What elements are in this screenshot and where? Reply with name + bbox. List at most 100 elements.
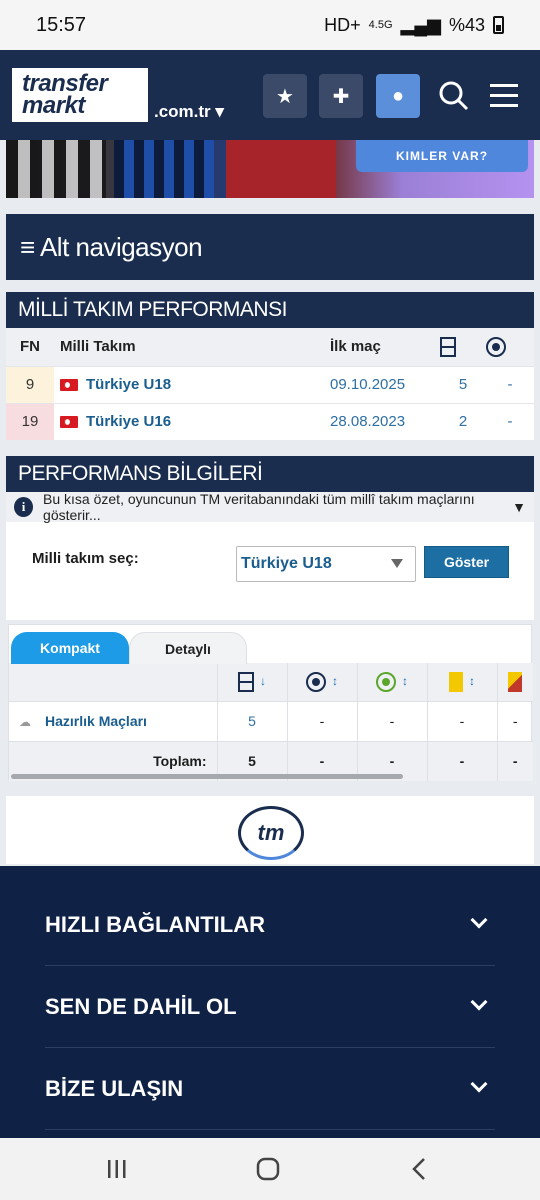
site-footer: HIZLI BAĞLANTILAR SEN DE DAHİL OL BİZE U… [0, 866, 540, 1138]
tab-compact[interactable]: Kompakt [11, 632, 129, 664]
pitch-icon [238, 671, 254, 692]
back-button[interactable] [400, 1152, 440, 1186]
network-label: 4.5G [368, 19, 393, 31]
assist-icon [376, 671, 396, 692]
team-select-dropdown[interactable]: Türkiye U18 [236, 546, 416, 582]
chevron-down-icon [470, 1075, 488, 1093]
team-link[interactable]: Türkiye U16 [86, 413, 171, 430]
matches-cell[interactable]: 5 [440, 365, 486, 403]
domain-selector[interactable]: .com.tr ▾ [154, 102, 224, 122]
site-header: transfer markt .com.tr ▾ ★ ✚ ● [0, 50, 540, 140]
tm-logo: tm [238, 806, 304, 860]
competition-link[interactable]: Hazırlık Maçları [45, 713, 147, 729]
team-select-value: Türkiye U18 [241, 555, 332, 572]
info-text: Bu kısa özet, oyuncunun TM veritabanında… [43, 491, 475, 523]
total-yellow: - [426, 740, 497, 781]
profile-button[interactable]: ● [376, 74, 420, 118]
yellow-card-icon [449, 671, 463, 692]
total-yellow-red: - [496, 740, 533, 781]
show-button[interactable]: Göster [424, 546, 509, 578]
footer-item-label: HIZLI BAĞLANTILAR [45, 911, 265, 937]
hd-icon: HD+ [324, 14, 361, 35]
footer-item-label: SEN DE DAHİL OL [45, 993, 237, 1019]
home-button[interactable] [248, 1152, 288, 1186]
sort-icon: ↕ [332, 674, 338, 689]
table-row: 19 Türkiye U16 28.08.2023 2 - [6, 402, 534, 440]
system-navigation-bar [0, 1138, 540, 1200]
fn-cell: 9 [6, 365, 54, 403]
team-cell: Türkiye U16 [54, 402, 330, 440]
matches-cell[interactable]: 2 [440, 402, 486, 440]
column-header-goals[interactable]: ↕ [286, 663, 357, 701]
column-header-yellow-red[interactable] [496, 663, 533, 701]
info-bar[interactable]: i Bu kısa özet, oyuncunun TM veritabanın… [6, 491, 534, 523]
football-icon [306, 671, 326, 692]
chevron-down-icon [470, 911, 488, 929]
battery-label: %43 [448, 14, 485, 35]
section-title: MİLLİ TAKIM PERFORMANSI [6, 292, 534, 328]
shield-button[interactable]: ✚ [319, 74, 363, 118]
team-cell: Türkiye U18 [54, 365, 330, 403]
tab-strip: Kompakt Detaylı [9, 625, 531, 664]
section-title: PERFORMANS BİLGİLERİ [6, 456, 534, 492]
sort-icon: ↕ [469, 674, 475, 689]
yellow-red-card-icon [508, 671, 523, 692]
horizontal-scrollbar[interactable] [11, 774, 403, 779]
fn-cell: 19 [6, 402, 54, 440]
column-header-first-match: İlk maç [330, 328, 440, 366]
search-button[interactable] [432, 72, 476, 120]
column-header-assists[interactable]: ↕ [356, 663, 427, 701]
banner-player-image [6, 140, 106, 198]
friendly-icon: ☁ [19, 715, 31, 729]
recent-apps-button[interactable] [97, 1152, 137, 1186]
performance-info-box: PERFORMANS BİLGİLERİ i Bu kısa özet, oyu… [6, 456, 534, 620]
column-header-matches [440, 328, 486, 366]
yellow-red-cell: - [496, 700, 533, 741]
banner-player-image [114, 140, 214, 198]
status-icons: HD+ 4.5G ▂▄▆ %43 [324, 15, 504, 36]
home-icon [256, 1157, 280, 1181]
competition-cell: ☁ Hazırlık Maçları [9, 700, 217, 741]
goals-cell: - [486, 402, 534, 440]
bookmark-button[interactable]: ★ [263, 74, 307, 118]
first-match-cell: 28.08.2023 [330, 402, 440, 440]
search-icon [439, 81, 469, 111]
dropdown-arrow-icon [391, 559, 403, 568]
column-header-team: Milli Takım [54, 328, 330, 366]
apps-cell[interactable]: 5 [216, 700, 287, 741]
user-icon: ● [391, 84, 405, 107]
table-row: 9 Türkiye U18 09.10.2025 5 - [6, 365, 534, 403]
promo-banner[interactable]: KIMLER VAR? [6, 140, 534, 198]
turkey-flag-icon [60, 379, 78, 392]
bookmark-icon: ★ [276, 85, 294, 108]
footer-contact[interactable]: BİZE ULAŞIN [45, 1048, 495, 1130]
tm-logo-box: tm [6, 796, 534, 864]
footer-quick-links[interactable]: HIZLI BAĞLANTILAR [45, 884, 495, 966]
expand-caret-icon[interactable]: ▼ [512, 499, 526, 515]
national-team-table: FN Milli Takım İlk maç 9 Türkiye U18 09.… [6, 328, 534, 440]
sort-down-icon: ↓ [260, 674, 266, 689]
team-link[interactable]: Türkiye U18 [86, 376, 171, 393]
status-time: 15:57 [36, 13, 87, 36]
banner-player-image [226, 140, 336, 198]
transfermarkt-logo[interactable]: transfer markt [12, 68, 148, 122]
status-bar: 15:57 HD+ 4.5G ▂▄▆ %43 [0, 0, 540, 50]
column-header-apps[interactable]: ↓ [216, 663, 287, 701]
info-icon: i [14, 497, 34, 517]
assists-cell: - [356, 700, 427, 741]
column-header-goals [486, 328, 534, 366]
goals-cell: - [286, 700, 357, 741]
stats-table: ↓ ↕ ↕ ↕ ☁ Hazırlık Maçları 5 - - - - Topl… [9, 663, 533, 781]
alt-navigation-toggle[interactable]: ≡ Alt navigasyon [6, 214, 534, 280]
banner-cta-button[interactable]: KIMLER VAR? [356, 140, 528, 172]
stats-header-row: ↓ ↕ ↕ ↕ [9, 663, 533, 701]
tab-detailed[interactable]: Detaylı [129, 632, 247, 664]
logo-line-2: markt [22, 92, 85, 119]
footer-join-us[interactable]: SEN DE DAHİL OL [45, 966, 495, 1048]
menu-button[interactable] [482, 72, 526, 120]
column-header-yellow[interactable]: ↕ [426, 663, 497, 701]
yellow-cell: - [426, 700, 497, 741]
chevron-down-icon [470, 993, 488, 1011]
table-row: ☁ Hazırlık Maçları 5 - - - - [9, 700, 533, 741]
sort-icon: ↕ [402, 674, 408, 689]
